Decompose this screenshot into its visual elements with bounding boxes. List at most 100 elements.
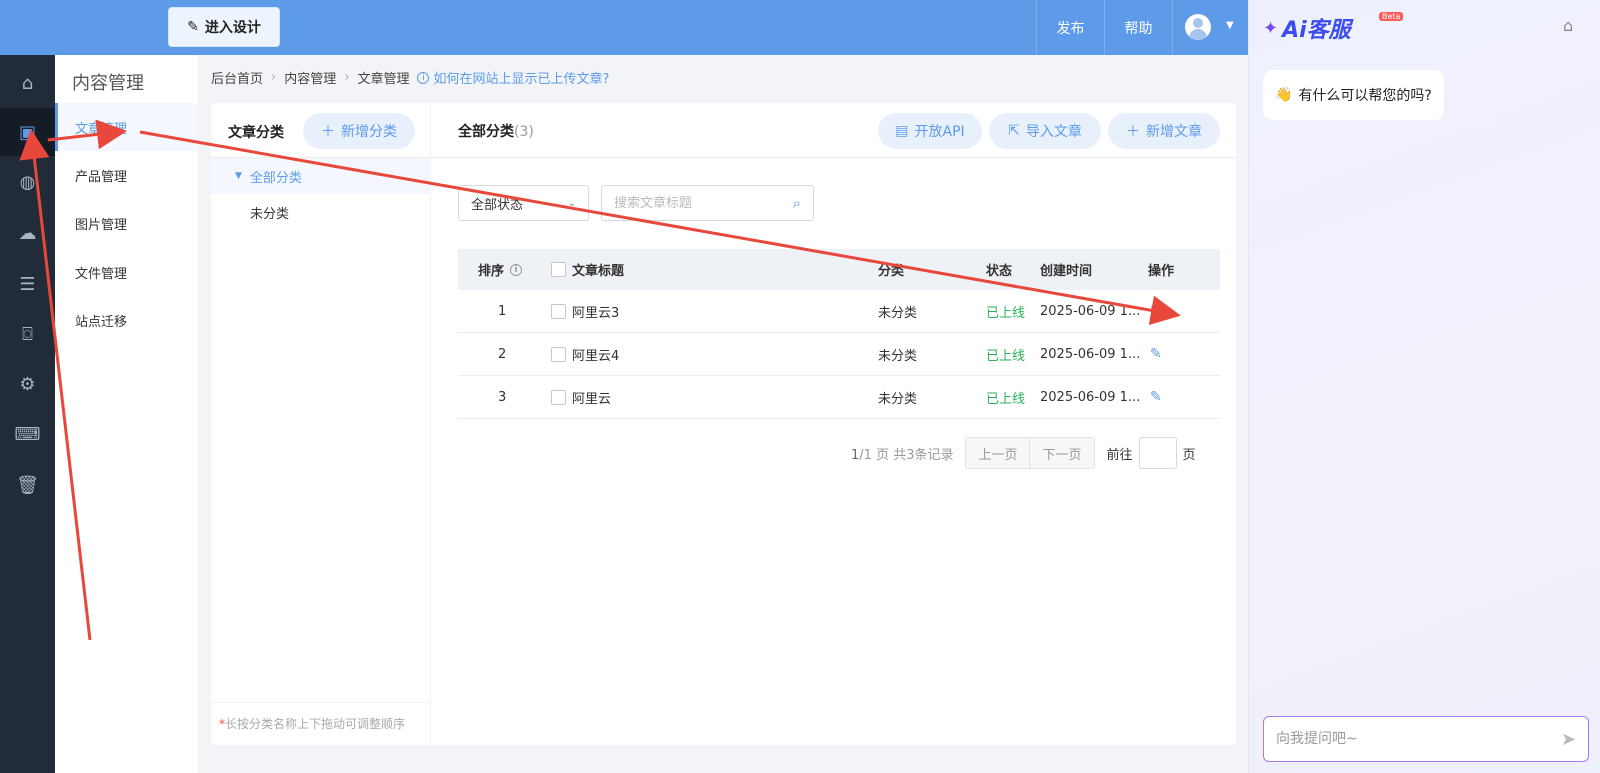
goto-page-input[interactable]	[1138, 437, 1177, 469]
avatar[interactable]	[1185, 14, 1211, 40]
sidebar-item-label: 文章管理	[75, 121, 128, 137]
select-all-checkbox[interactable]	[551, 262, 566, 277]
add-category-button[interactable]: ＋ 新增分类	[303, 113, 415, 149]
list-title-text: 全部分类	[458, 124, 514, 140]
ai-input-box: ➤	[1263, 716, 1589, 762]
breadcrumb-section[interactable]: 内容管理	[284, 68, 336, 87]
category-tip-text: 长按分类名称上下拖动可调整顺序	[225, 717, 406, 731]
sidebar-item-label: 产品管理	[75, 169, 128, 185]
ai-logo: ✦ Ai客服	[1263, 12, 1351, 44]
pagination: 1/1 页 共3条记录 上一页 下一页 前往 页	[851, 437, 1196, 469]
row-created: 2025-06-09 1...	[1040, 389, 1141, 405]
ai-question-input[interactable]	[1276, 731, 1536, 747]
add-article-label: 新增文章	[1146, 124, 1202, 140]
row-title-text[interactable]: 阿里云3	[572, 302, 619, 321]
gift-icon[interactable]: ⌂	[1563, 16, 1573, 35]
row-order: 3	[498, 389, 507, 405]
row-category: 未分类	[878, 391, 918, 407]
content-submenu: 内容管理 文章管理 产品管理 图片管理 文件管理 站点迁移	[55, 55, 198, 773]
ai-greeting-bubble: 👋 有什么可以帮您的吗?	[1263, 70, 1444, 120]
home-icon[interactable]: ⌂	[0, 59, 55, 107]
row-created: 2025-06-09 1...	[1040, 346, 1141, 362]
search-icon[interactable]: ⌕	[793, 194, 801, 212]
ai-greeting-text: 有什么可以帮您的吗?	[1298, 88, 1432, 104]
enter-design-button[interactable]: ✎ 进入设计	[168, 7, 280, 47]
category-title: 文章分类	[228, 125, 284, 141]
table-row: 3 阿里云 未分类 已上线 2025-06-09 1... ✎	[458, 376, 1220, 419]
row-status: 已上线	[986, 391, 1026, 407]
ai-logo-text: Ai客服	[1282, 18, 1351, 43]
goto-label: 前往	[1106, 447, 1133, 463]
category-node-label: 未分类	[250, 206, 290, 222]
next-page-button[interactable]: 下一页	[1030, 437, 1095, 469]
table-row: 1 阿里云3 未分类 已上线 2025-06-09 1... ✎	[458, 290, 1220, 333]
sidebar-item-migration[interactable]: 站点迁移	[55, 296, 198, 344]
wave-hand-icon: 👋	[1275, 87, 1293, 103]
list-title: 全部分类(3)	[458, 121, 534, 141]
help-button[interactable]: 帮助	[1104, 0, 1172, 55]
sidebar-item-images[interactable]: 图片管理	[55, 199, 198, 247]
search-input[interactable]	[614, 195, 774, 211]
content-icon[interactable]: ▣	[0, 108, 55, 156]
category-node-all[interactable]: ▼ 全部分类	[211, 158, 431, 194]
chevron-down-icon: ⌄	[567, 197, 576, 209]
table-header-row: 排序 i 文章标题 分类 状态 创建时间 操作	[458, 249, 1220, 290]
row-title-text[interactable]: 阿里云4	[572, 345, 619, 364]
chevron-down-icon[interactable]: ▼	[1226, 20, 1234, 31]
terminal-icon[interactable]: ⌨	[0, 410, 55, 458]
breadcrumb-home[interactable]: 后台首页	[211, 68, 263, 87]
shop-bag-icon[interactable]: ⌼	[0, 310, 55, 358]
trash-icon[interactable]: 🗑	[0, 461, 55, 509]
sidebar-item-products[interactable]: 产品管理	[55, 151, 198, 199]
edit-icon[interactable]: ✎	[1150, 376, 1162, 418]
api-doc-icon: ▤	[895, 123, 909, 139]
status-select-value: 全部状态	[471, 197, 524, 213]
search-box: ⌕	[601, 185, 814, 221]
category-panel: 文章分类 ＋ 新增分类 ▼ 全部分类 未分类 *长按分类名称上下拖动可调整顺序	[211, 103, 431, 745]
enter-design-label: 进入设计	[204, 20, 261, 36]
category-tip: *长按分类名称上下拖动可调整顺序	[219, 715, 405, 732]
publish-button[interactable]: 发布	[1036, 0, 1104, 55]
row-title: 阿里云	[551, 376, 611, 418]
info-icon[interactable]: i	[510, 263, 523, 276]
category-node-label: 全部分类	[249, 170, 302, 186]
category-header: 文章分类 ＋ 新增分类	[211, 103, 431, 158]
help-link[interactable]: i 如何在网站上显示已上传文章?	[417, 68, 609, 87]
edit-icon[interactable]: ✎	[1150, 290, 1162, 332]
header-order-label: 排序	[478, 264, 505, 279]
add-article-button[interactable]: ＋ 新增文章	[1108, 113, 1220, 149]
help-label: 帮助	[1124, 20, 1153, 37]
row-title: 阿里云4	[551, 333, 619, 375]
submenu-title: 内容管理	[72, 73, 144, 94]
row-title-text[interactable]: 阿里云	[572, 388, 611, 407]
open-api-button[interactable]: ▤ 开放API	[878, 113, 982, 149]
sidebar-item-files[interactable]: 文件管理	[55, 248, 198, 296]
row-category: 未分类	[878, 305, 918, 321]
header-action: 操作	[1148, 264, 1175, 279]
send-icon[interactable]: ➤	[1561, 729, 1576, 750]
sidebar-item-articles[interactable]: 文章管理	[55, 103, 198, 151]
chevron-right-icon: ›	[344, 70, 350, 85]
header-title-label: 文章标题	[572, 264, 625, 279]
list-count: (3)	[514, 124, 534, 140]
ai-assistant-panel: ✦ Ai客服 Beta ⌂ 👋 有什么可以帮您的吗? ➤	[1248, 0, 1600, 773]
row-checkbox[interactable]	[551, 303, 566, 319]
row-order: 1	[498, 303, 507, 319]
status-select[interactable]: 全部状态 ⌄	[458, 185, 589, 221]
planet-icon[interactable]: ◍	[0, 158, 55, 206]
category-node-uncategorized[interactable]: 未分类	[211, 194, 431, 230]
caret-down-icon[interactable]: ▼	[235, 171, 242, 181]
row-checkbox[interactable]	[551, 389, 566, 405]
chat-icon[interactable]: ☁	[0, 209, 55, 257]
sidebar-item-label: 文件管理	[75, 266, 128, 282]
row-checkbox[interactable]	[551, 346, 566, 362]
import-icon: ⇱	[1008, 123, 1020, 139]
logo-area	[0, 0, 158, 55]
edit-icon[interactable]: ✎	[1150, 333, 1162, 375]
gear-icon[interactable]: ⚙	[0, 360, 55, 408]
page-total: /1 页 共3条记录	[859, 447, 954, 463]
row-created: 2025-06-09 1...	[1040, 303, 1141, 319]
list-icon[interactable]: ☰	[0, 260, 55, 308]
import-articles-button[interactable]: ⇱ 导入文章	[989, 113, 1101, 149]
prev-page-button[interactable]: 上一页	[965, 437, 1031, 469]
